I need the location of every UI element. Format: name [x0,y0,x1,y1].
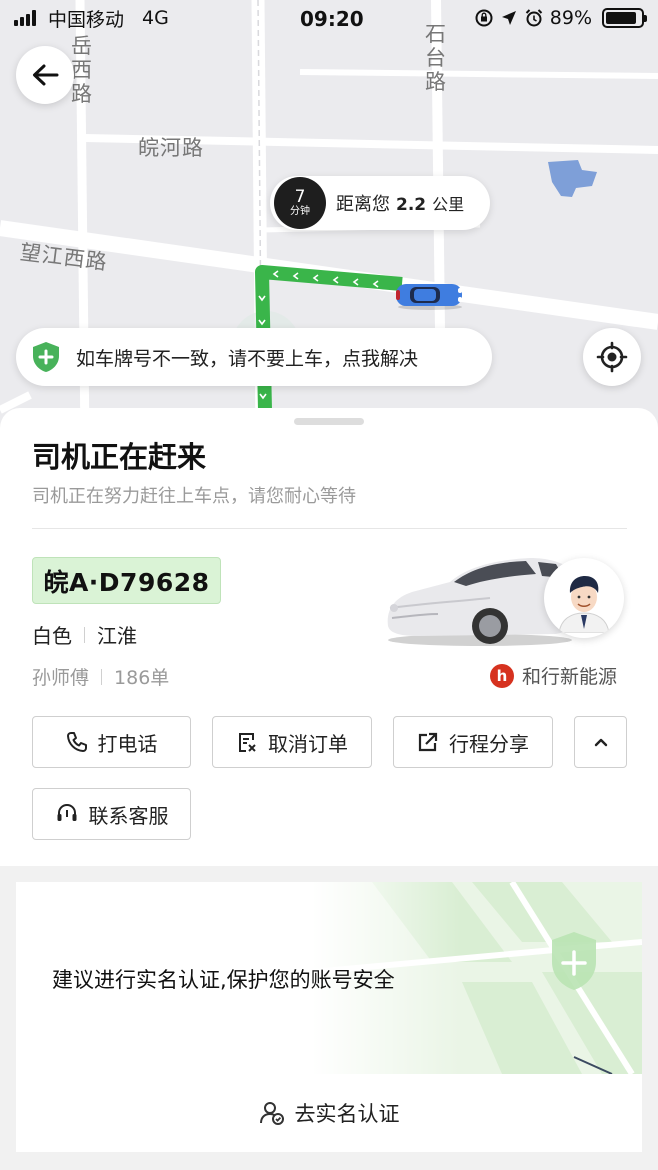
car-marker-icon [396,284,462,310]
battery-icon [602,8,647,28]
driver-info: 孙师傅 186单 [32,663,169,690]
status-bar: 中国移动 4G 09:20 89% [0,0,658,36]
company-logo-icon: h [490,663,514,688]
eta-distance-prefix: 距离您 [336,194,390,215]
back-button[interactable] [16,46,74,104]
panel-subtitle: 司机正在努力赶往上车点，请您耐心等待 [32,486,356,507]
clock: 09:20 [300,7,364,31]
signal-icon [14,10,36,26]
eta-minutes-badge: 7 分钟 [274,177,326,229]
user-verify-icon [259,1102,284,1125]
share-icon [418,732,438,752]
contact-service-label: 联系客服 [88,803,169,828]
share-trip-label: 行程分享 [449,731,529,756]
real-name-auth-label: 去实名认证 [294,1102,400,1126]
eta-minutes: 7 [294,187,306,207]
auth-suggestion-text: 建议进行实名认证,保护您的账号安全 [52,968,395,992]
network-type: 4G [142,7,169,29]
cancel-order-label: 取消订单 [268,731,348,756]
location-arrow-icon [501,11,516,25]
shield-plus-icon [33,342,59,372]
chevron-up-icon [594,738,607,747]
call-button[interactable]: 打电话 [32,716,191,768]
cancel-order-button[interactable]: 取消订单 [212,716,372,768]
eta-minutes-unit: 分钟 [290,206,310,217]
expand-actions-button[interactable] [574,716,627,768]
share-trip-button[interactable]: 行程分享 [393,716,553,768]
driver-avatar-icon [558,576,610,633]
orientation-lock-icon [475,9,493,27]
drag-handle[interactable] [294,418,364,425]
eta-bubble: 7 分钟 距离您 2.2 公里 [270,176,490,230]
eta-distance-unit: 公里 [432,195,465,214]
headset-icon [57,803,76,821]
map-view[interactable]: 岳西路 石台路 皖河路 望江西路 中国移动 4G 09:20 89% 7 分钟 … [0,0,658,440]
company-brand: h 和行新能源 [490,662,617,689]
park-area [548,160,597,197]
company-name: 和行新能源 [522,666,618,688]
contact-service-button[interactable]: 联系客服 [32,788,191,840]
car-brand: 江淮 [97,624,137,648]
battery-percent: 89% [549,7,592,29]
divider [32,528,627,529]
real-name-auth-card: 建议进行实名认证,保护您的账号安全 去实名认证 [16,882,642,1152]
locate-me-button[interactable] [583,328,641,386]
alarm-icon [525,9,542,27]
panel-title: 司机正在赶来 [32,440,207,474]
driver-avatar[interactable] [544,558,624,638]
notice-text: 如车牌号不一致，请不要上车，点我解决 [76,347,419,370]
arrow-left-icon [33,64,59,86]
driver-name: 孙师傅 [32,667,90,689]
driver-panel: 司机正在赶来 司机正在努力赶往上车点，请您耐心等待 皖A·D79628 白色 江… [0,408,658,866]
real-name-auth-button[interactable]: 去实名认证 [16,1074,642,1152]
phone-icon [66,732,87,752]
eta-distance-value: 2.2 [396,195,427,215]
driver-orders: 186单 [114,667,170,689]
call-button-label: 打电话 [97,731,158,756]
cancel-order-icon [239,733,256,752]
road-label-wanhe: 皖河路 [138,136,204,160]
carrier-name: 中国移动 [48,8,125,31]
license-plate: 皖A·D79628 [32,557,221,604]
crosshair-icon [596,341,628,373]
car-color: 白色 [32,624,72,648]
car-info: 白色 江淮 [32,620,137,649]
plate-mismatch-notice[interactable]: 如车牌号不一致，请不要上车，点我解决 [16,328,492,386]
